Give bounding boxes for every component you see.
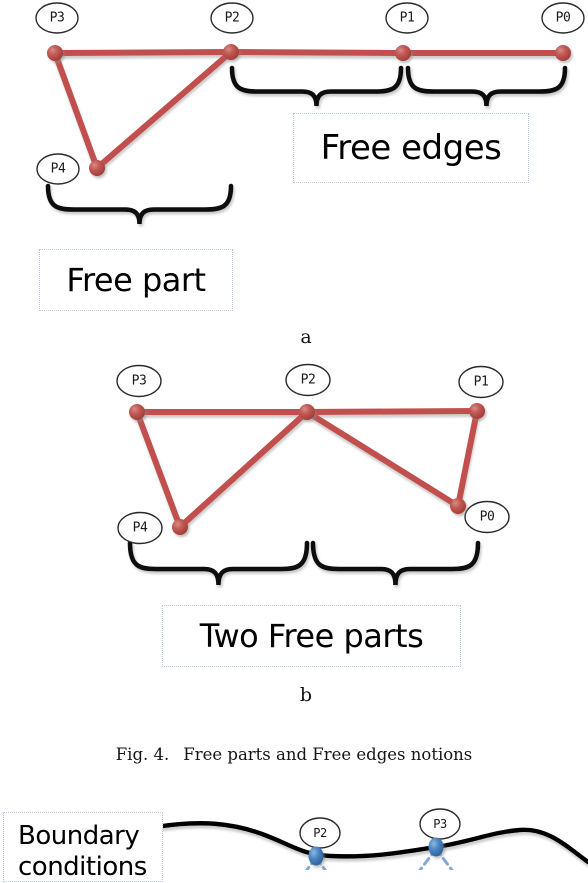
- callout-free-part: Free part: [39, 249, 233, 311]
- free-edge-brace-left: [229, 65, 404, 107]
- diagram-b-edges: [134, 408, 480, 530]
- node-dot-P0: [555, 45, 571, 61]
- node-label-P1: P1: [399, 10, 415, 26]
- node-dot-P2: [308, 846, 324, 866]
- edge-P3-P4: [134, 409, 183, 530]
- node-label-P0: P0: [479, 509, 495, 525]
- edge-P0-P1: [455, 408, 480, 509]
- boundary-curve: [153, 821, 588, 865]
- node-label-P3: P3: [131, 373, 147, 389]
- callout-boundary-line1: Boundary: [18, 821, 140, 851]
- node-dot-P1: [469, 403, 485, 419]
- callout-boundary-conditions: Boundary conditions: [3, 812, 163, 882]
- node-dot-P3: [47, 45, 63, 61]
- callout-boundary-line2: conditions: [18, 852, 147, 883]
- free-part-brace: [45, 183, 234, 225]
- figure-page: P3 P2 P1 P0 P4 P3 P2 P1 P4 P0 P2 P3 Free edges Fr…: [0, 0, 588, 882]
- callout-free-edges: Free edges: [293, 113, 529, 183]
- callout-free-edges-text: Free edges: [320, 128, 502, 168]
- node-dot-P1: [395, 45, 411, 61]
- node-dot-P2: [223, 44, 239, 60]
- node-label-P4: P4: [50, 161, 66, 177]
- subfigure-letter-a: a: [300, 326, 312, 348]
- diagram-b-node-dots: [129, 403, 485, 535]
- callout-free-part-text: Free part: [66, 261, 206, 299]
- node-label-P0: P0: [555, 10, 571, 26]
- node-label-P2: P2: [313, 826, 327, 840]
- node-label-P2: P2: [300, 372, 316, 388]
- edge-P2-P1: [304, 408, 480, 415]
- node-dot-P4: [172, 519, 188, 535]
- node-dot-P2: [299, 404, 315, 420]
- node-dot-P4: [89, 160, 105, 176]
- edge-P4-P2: [94, 49, 234, 171]
- node-label-P3: P3: [49, 10, 65, 26]
- callout-two-free-parts-text: Two Free parts: [199, 617, 424, 655]
- bottom-boundary-section: [153, 808, 588, 870]
- node-dot-P3: [428, 837, 444, 857]
- free-edge-brace-right: [405, 65, 568, 107]
- node-label-P3: P3: [433, 817, 447, 831]
- figure-caption-text: Free parts and Free edges notions: [183, 745, 473, 764]
- figure-caption: Fig. 4. Free parts and Free edges notions: [0, 745, 588, 764]
- free-part-brace-right: [310, 540, 481, 586]
- edge-P4-P2: [177, 409, 310, 530]
- node-dot-P3: [129, 404, 145, 420]
- node-dot-P0: [450, 498, 466, 514]
- edge-P2-P1: [228, 49, 406, 56]
- callout-two-free-parts: Two Free parts: [162, 605, 461, 667]
- diagram-b: [116, 363, 510, 586]
- subfigure-letter-b: b: [299, 684, 313, 706]
- node-label-P4: P4: [132, 520, 148, 536]
- figure-caption-label: Fig. 4.: [115, 745, 170, 764]
- diagram-b-braces: [127, 540, 481, 586]
- free-part-brace-left: [127, 540, 310, 586]
- edge-P3-P2: [52, 49, 234, 56]
- edge-P3-P4: [52, 50, 100, 171]
- node-label-P2: P2: [224, 10, 240, 26]
- node-label-P1: P1: [473, 374, 489, 390]
- edge-P2-P0: [304, 409, 461, 509]
